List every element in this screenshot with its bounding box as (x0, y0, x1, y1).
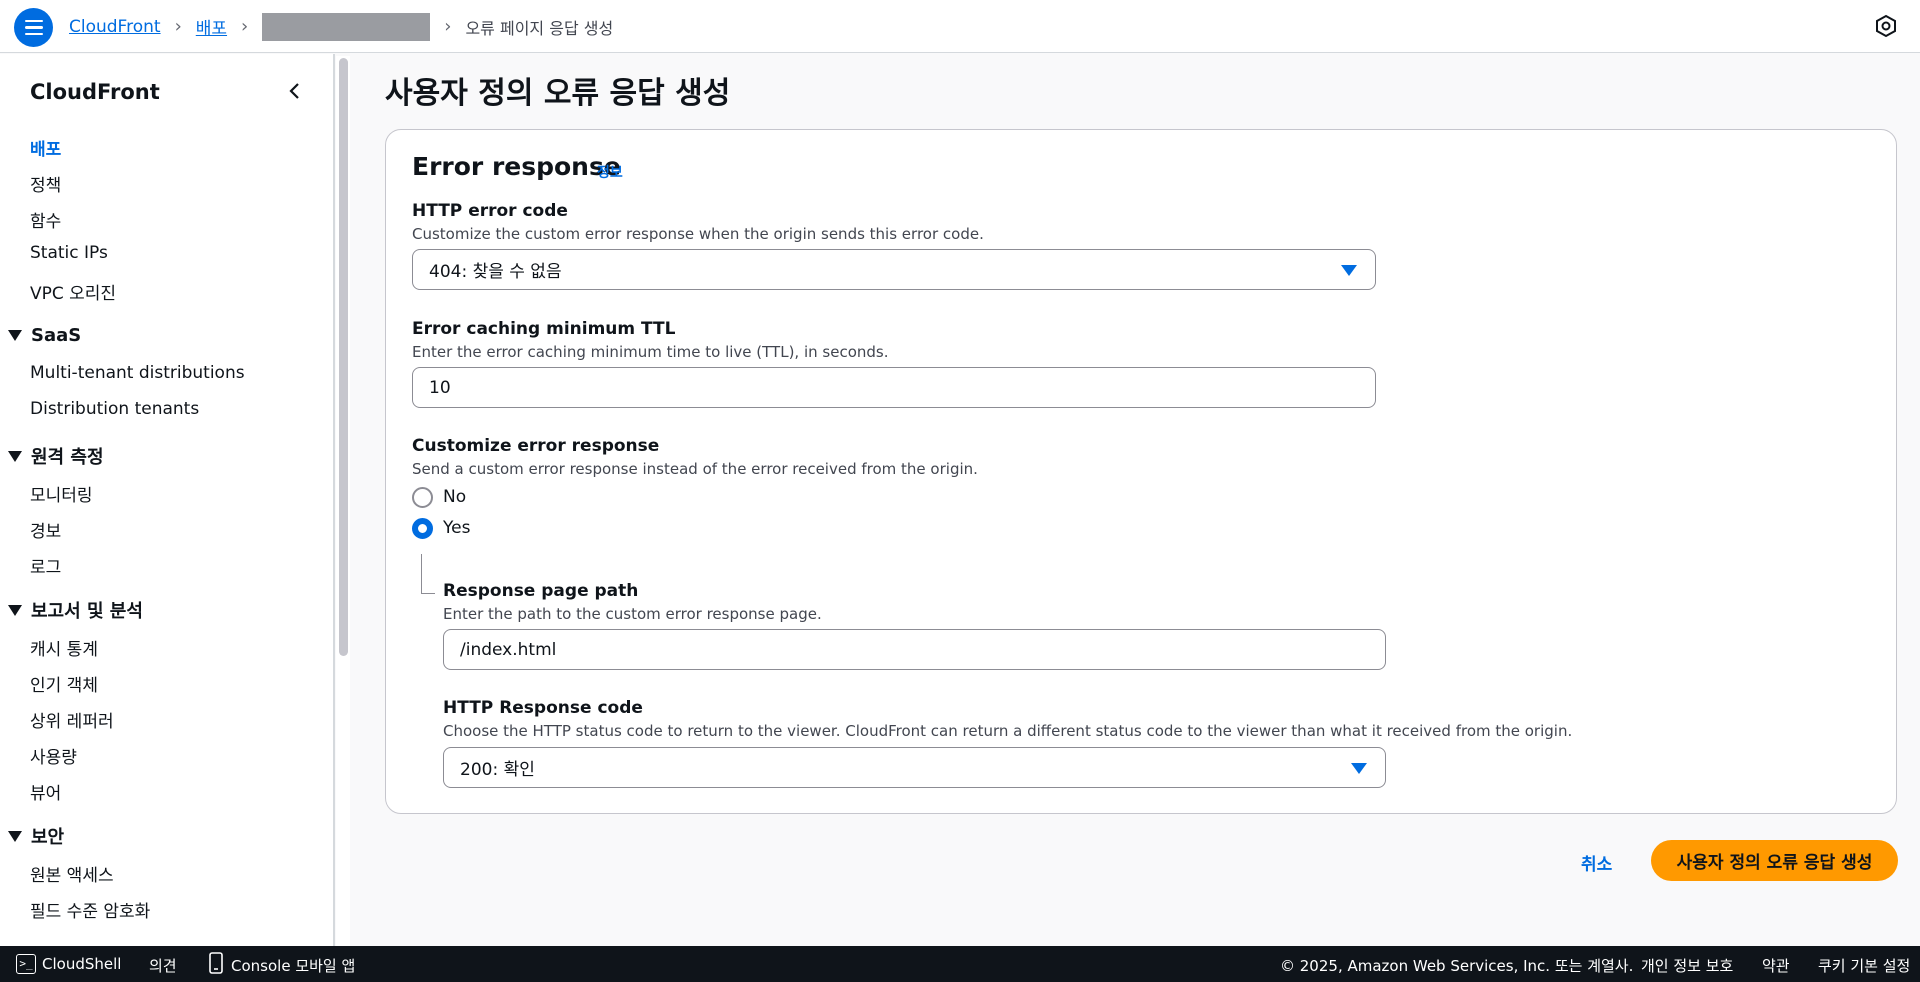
radio-no-label[interactable]: No (443, 487, 466, 507)
http-response-code-select[interactable]: 200: 확인 (443, 747, 1386, 788)
caret-down-icon (1351, 763, 1367, 774)
sidebar-section-security[interactable]: 보안 (8, 823, 64, 849)
sidebar-item-monitoring[interactable]: 모니터링 (30, 481, 93, 506)
chevron-right-icon: › (444, 16, 452, 37)
sidebar-item-viewers[interactable]: 뷰어 (30, 779, 61, 804)
cookie-preferences-link[interactable]: 쿠키 기본 설정 (1818, 955, 1910, 976)
sidebar-section-label: SaaS (31, 325, 82, 346)
sidebar-item-field-level-encryption[interactable]: 필드 수준 암호화 (30, 897, 150, 922)
ttl-description: Enter the error caching minimum time to … (412, 343, 889, 361)
http-response-code-value: 200: 확인 (460, 760, 535, 780)
sidebar-item-static-ips[interactable]: Static IPs (30, 243, 108, 263)
ttl-input[interactable]: 10 (412, 367, 1376, 408)
caret-down-icon (8, 604, 22, 616)
sidebar-section-label: 원격 측정 (31, 447, 104, 468)
radio-yes[interactable] (412, 518, 433, 539)
page-title: 사용자 정의 오류 응답 생성 (385, 76, 731, 111)
breadcrumb: CloudFront › 배포 › › 오류 페이지 응답 생성 (69, 0, 613, 53)
chevron-left-icon[interactable] (285, 81, 305, 101)
http-error-code-description: Customize the custom error response when… (412, 225, 984, 243)
caret-down-icon (1341, 265, 1357, 276)
caret-down-icon (8, 450, 22, 462)
container-title: Error response (412, 152, 621, 181)
sidebar-scrollbar-thumb[interactable] (339, 58, 348, 656)
caret-down-icon (8, 830, 22, 842)
sidebar-item-logs[interactable]: 로그 (30, 553, 61, 578)
sidebar-item-multi-tenant-distributions[interactable]: Multi-tenant distributions (30, 363, 245, 383)
error-response-container: Error response 정보 HTTP error code Custom… (385, 129, 1897, 814)
settings-hexagon-icon[interactable] (1874, 14, 1898, 38)
sidebar-section-telemetry[interactable]: 원격 측정 (8, 443, 104, 469)
mobile-phone-icon[interactable] (209, 952, 223, 974)
copyright-text: © 2025, Amazon Web Services, Inc. 또는 계열사… (1280, 957, 1634, 975)
sidebar-item-policies[interactable]: 정책 (30, 171, 61, 196)
sidebar-item-vpc-origins[interactable]: VPC 오리진 (30, 279, 116, 304)
sidebar-section-label: 보안 (31, 827, 65, 848)
breadcrumb-cloudfront[interactable]: CloudFront (69, 17, 161, 37)
sidebar-item-popular-objects[interactable]: 인기 객체 (30, 671, 98, 696)
create-error-response-button[interactable]: 사용자 정의 오류 응답 생성 (1651, 840, 1898, 881)
sidebar-item-cache-statistics[interactable]: 캐시 통계 (30, 635, 98, 660)
breadcrumb-redacted-distribution[interactable] (262, 12, 431, 41)
terms-link[interactable]: 약관 (1762, 955, 1790, 976)
cloudshell-link[interactable]: CloudShell (42, 955, 121, 973)
ttl-label: Error caching minimum TTL (412, 319, 676, 339)
sidebar-item-origin-access[interactable]: 원본 액세스 (30, 861, 114, 886)
caret-down-icon (8, 330, 22, 341)
sidebar-title: CloudFront (30, 80, 160, 104)
radio-yes-label[interactable]: Yes (443, 518, 470, 538)
sidebar-section-reports[interactable]: 보고서 및 분석 (8, 597, 143, 623)
sidebar-item-functions[interactable]: 함수 (30, 207, 61, 232)
cloudshell-icon[interactable]: >_ (16, 954, 36, 974)
info-link[interactable]: 정보 (597, 162, 623, 182)
response-page-path-label: Response page path (443, 581, 639, 601)
sidebar-item-distributions[interactable]: 배포 (30, 135, 61, 160)
response-page-path-input[interactable]: /index.html (443, 629, 1386, 670)
console-mobile-app-link[interactable]: Console 모바일 앱 (231, 955, 355, 976)
sidebar-item-alarms[interactable]: 경보 (30, 517, 61, 542)
breadcrumb-current: 오류 페이지 응답 생성 (465, 18, 614, 38)
http-response-code-description: Choose the HTTP status code to return to… (443, 722, 1573, 740)
privacy-link[interactable]: 개인 정보 보호 (1641, 955, 1733, 976)
feedback-link[interactable]: 의견 (149, 955, 177, 976)
radio-no[interactable] (412, 487, 433, 508)
menu-icon[interactable] (14, 8, 53, 47)
http-error-code-select[interactable]: 404: 찾을 수 없음 (412, 249, 1376, 290)
cancel-button[interactable]: 취소 (1581, 850, 1612, 875)
response-page-path-description: Enter the path to the custom error respo… (443, 605, 822, 623)
customize-error-response-description: Send a custom error response instead of … (412, 460, 978, 478)
http-error-code-value: 404: 찾을 수 없음 (429, 262, 562, 282)
chevron-right-icon: › (241, 16, 249, 37)
response-page-path-value: /index.html (460, 639, 557, 660)
chevron-right-icon: › (174, 16, 182, 37)
sidebar-item-top-referrers[interactable]: 상위 레퍼러 (30, 707, 114, 732)
http-error-code-label: HTTP error code (412, 201, 568, 221)
nested-indent-line (421, 554, 435, 594)
top-navigation-bar: CloudFront › 배포 › › 오류 페이지 응답 생성 (0, 0, 1920, 53)
sidebar-item-usage[interactable]: 사용량 (30, 743, 77, 768)
sidebar-section-label: 보고서 및 분석 (31, 601, 143, 622)
customize-error-response-label: Customize error response (412, 436, 660, 456)
footer: >_ CloudShell 의견 Console 모바일 앱 © 2025, A… (0, 946, 1920, 982)
sidebar-section-saas[interactable]: SaaS (8, 325, 81, 346)
breadcrumb-distributions[interactable]: 배포 (196, 14, 227, 39)
side-navigation: CloudFront 배포 정책 함수 Static IPs VPC 오리진 S… (0, 54, 335, 946)
sidebar-item-distribution-tenants[interactable]: Distribution tenants (30, 399, 199, 419)
ttl-value: 10 (429, 377, 451, 398)
http-response-code-label: HTTP Response code (443, 698, 643, 718)
